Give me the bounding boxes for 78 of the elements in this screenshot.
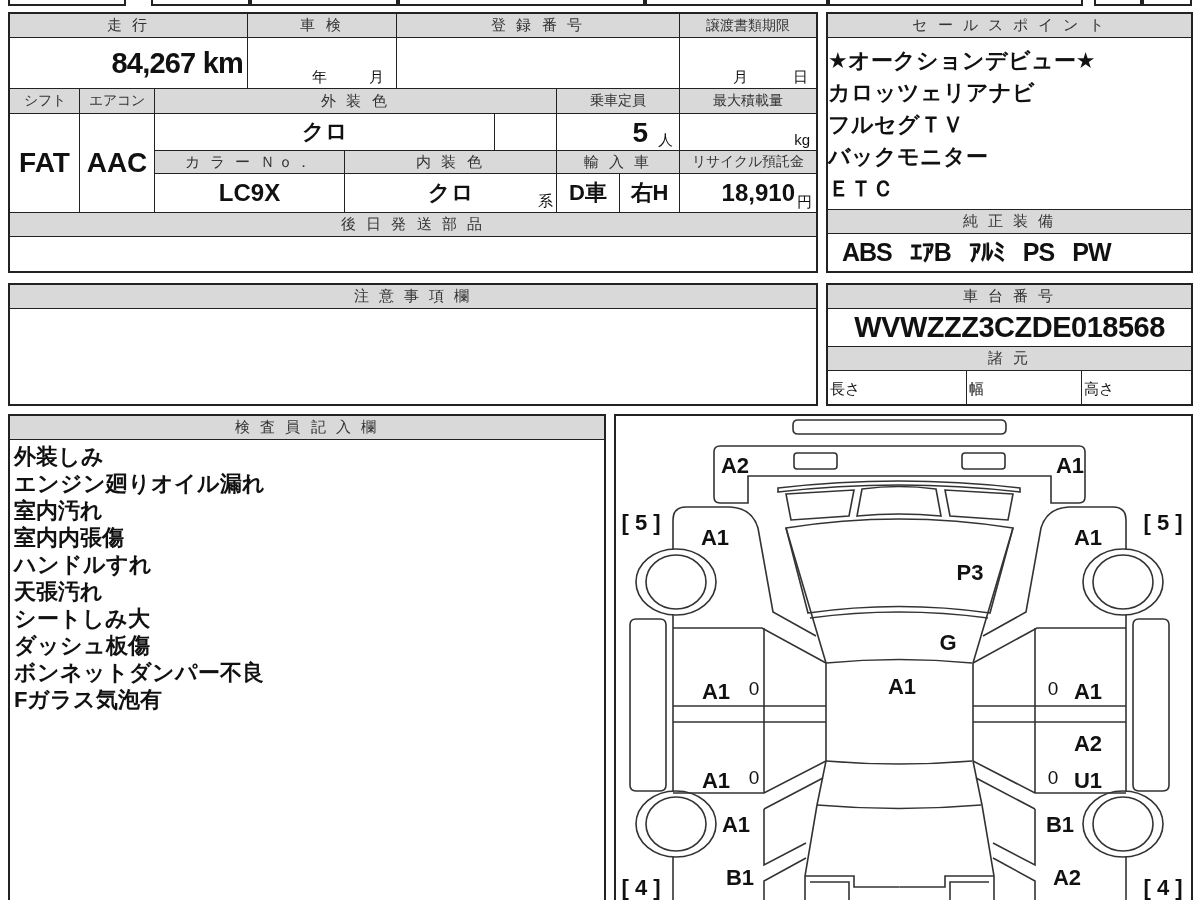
inspector-note-text: ハンドルすれ — [14, 551, 152, 578]
column-header: 車 検 — [248, 14, 397, 38]
date-unit-label: 月 — [733, 69, 748, 84]
date-unit-label: 年 — [312, 69, 327, 84]
section-header: 検 査 員 記 入 欄 — [10, 416, 604, 440]
damage-code: A1 — [700, 524, 730, 550]
inspector-note-text: 天張汚れ — [14, 578, 103, 605]
spec-label: 長さ — [830, 380, 860, 397]
column-header: 乗車定員 — [557, 89, 680, 114]
damage-code: A2 — [1073, 730, 1103, 756]
section-header: 後 日 発 送 部 品 — [10, 213, 816, 237]
inspector-note-text: Fガラス気泡有 — [14, 686, 163, 713]
column-header: 走 行 — [10, 14, 248, 38]
unit-label: 人 — [658, 132, 673, 147]
section-header: 純 正 装 備 — [828, 210, 1191, 234]
damage-code: A1 — [701, 678, 731, 704]
column-header: 外 装 色 — [155, 89, 557, 114]
date-unit-label: 日 — [793, 69, 808, 84]
damage-code: 0 — [1047, 766, 1059, 788]
sales-point-text: カロッツェリアナビ — [828, 79, 1035, 107]
equipment-item: PW — [1072, 238, 1111, 267]
date-unit-label: 月 — [369, 69, 384, 84]
inspector-note-text: ダッシュ板傷 — [14, 632, 150, 659]
damage-code: A1 — [701, 767, 731, 793]
sales-point-text: ＥＴＣ — [828, 175, 894, 203]
damage-code: G — [939, 629, 957, 655]
unit-label: kg — [794, 132, 810, 147]
section-header: 注 意 事 項 欄 — [10, 285, 816, 309]
column-header: 内 装 色 — [345, 151, 557, 174]
tire-rating-label: [ 4 ] — [621, 874, 661, 900]
sales-point-text: バックモニター — [828, 143, 988, 171]
damage-code: P3 — [956, 559, 984, 585]
tire-rating-label: [ 5 ] — [621, 509, 661, 535]
equipment-item: PS — [1022, 238, 1055, 267]
sales-point-text: ★オークションデビュー★ — [828, 47, 1096, 75]
damage-code: A1 — [721, 811, 751, 837]
unit-label: 円 — [797, 194, 812, 209]
section-header: 諸 元 — [828, 347, 1191, 371]
recycling-deposit-value: 18,910 — [721, 181, 795, 208]
column-header: 譲渡書類期限 — [680, 14, 816, 38]
interior-color-value: クロ — [427, 179, 474, 207]
inspector-note-text: 室内内張傷 — [14, 524, 124, 551]
damage-code: A2 — [1052, 864, 1082, 890]
column-header: リサイクル預託金 — [680, 151, 816, 174]
equipment-item: ABS — [842, 238, 892, 267]
inspector-note-text: シートしみ大 — [14, 605, 150, 632]
damage-code: A2 — [720, 452, 750, 478]
equipment-item: ｱﾙﾐ — [968, 238, 1005, 267]
sales-point-text: フルセグＴＶ — [828, 111, 964, 139]
damage-code: 0 — [1047, 677, 1059, 699]
inspector-note-text: 室内汚れ — [14, 497, 103, 524]
damage-code: A1 — [1073, 678, 1103, 704]
equipment-item: ｴｱB — [909, 238, 951, 267]
damage-code: A1 — [1073, 524, 1103, 550]
column-header: 登 録 番 号 — [397, 14, 680, 38]
inspector-note-text: エンジン廻りオイル漏れ — [14, 470, 265, 497]
column-header: 輸 入 車 — [557, 151, 680, 174]
section-header: セ ー ル ス ポ イ ン ト — [828, 14, 1191, 38]
damage-code: B1 — [725, 864, 755, 890]
spec-label: 幅 — [969, 380, 984, 397]
unit-label: 系 — [538, 193, 554, 211]
section-header: 車 台 番 号 — [828, 285, 1191, 309]
damage-code: B1 — [1045, 811, 1075, 837]
inspector-note-text: 外装しみ — [14, 443, 104, 470]
seating-capacity-value: 5 — [632, 119, 648, 147]
damage-code: A1 — [887, 673, 917, 699]
column-header: 最大積載量 — [680, 89, 816, 114]
tire-rating-label: [ 4 ] — [1143, 874, 1183, 900]
damage-code: 0 — [748, 766, 760, 788]
spec-label: 高さ — [1084, 380, 1114, 397]
inspector-note-text: ボンネットダンパー不良 — [14, 659, 264, 686]
column-header: カ ラ ー Ｎｏ． — [155, 151, 345, 174]
damage-code: A1 — [1055, 452, 1085, 478]
column-header: シフト — [10, 89, 80, 114]
column-header: エアコン — [80, 89, 155, 114]
damage-code: 0 — [748, 677, 760, 699]
damage-code: U1 — [1073, 767, 1103, 793]
tire-rating-label: [ 5 ] — [1143, 509, 1183, 535]
